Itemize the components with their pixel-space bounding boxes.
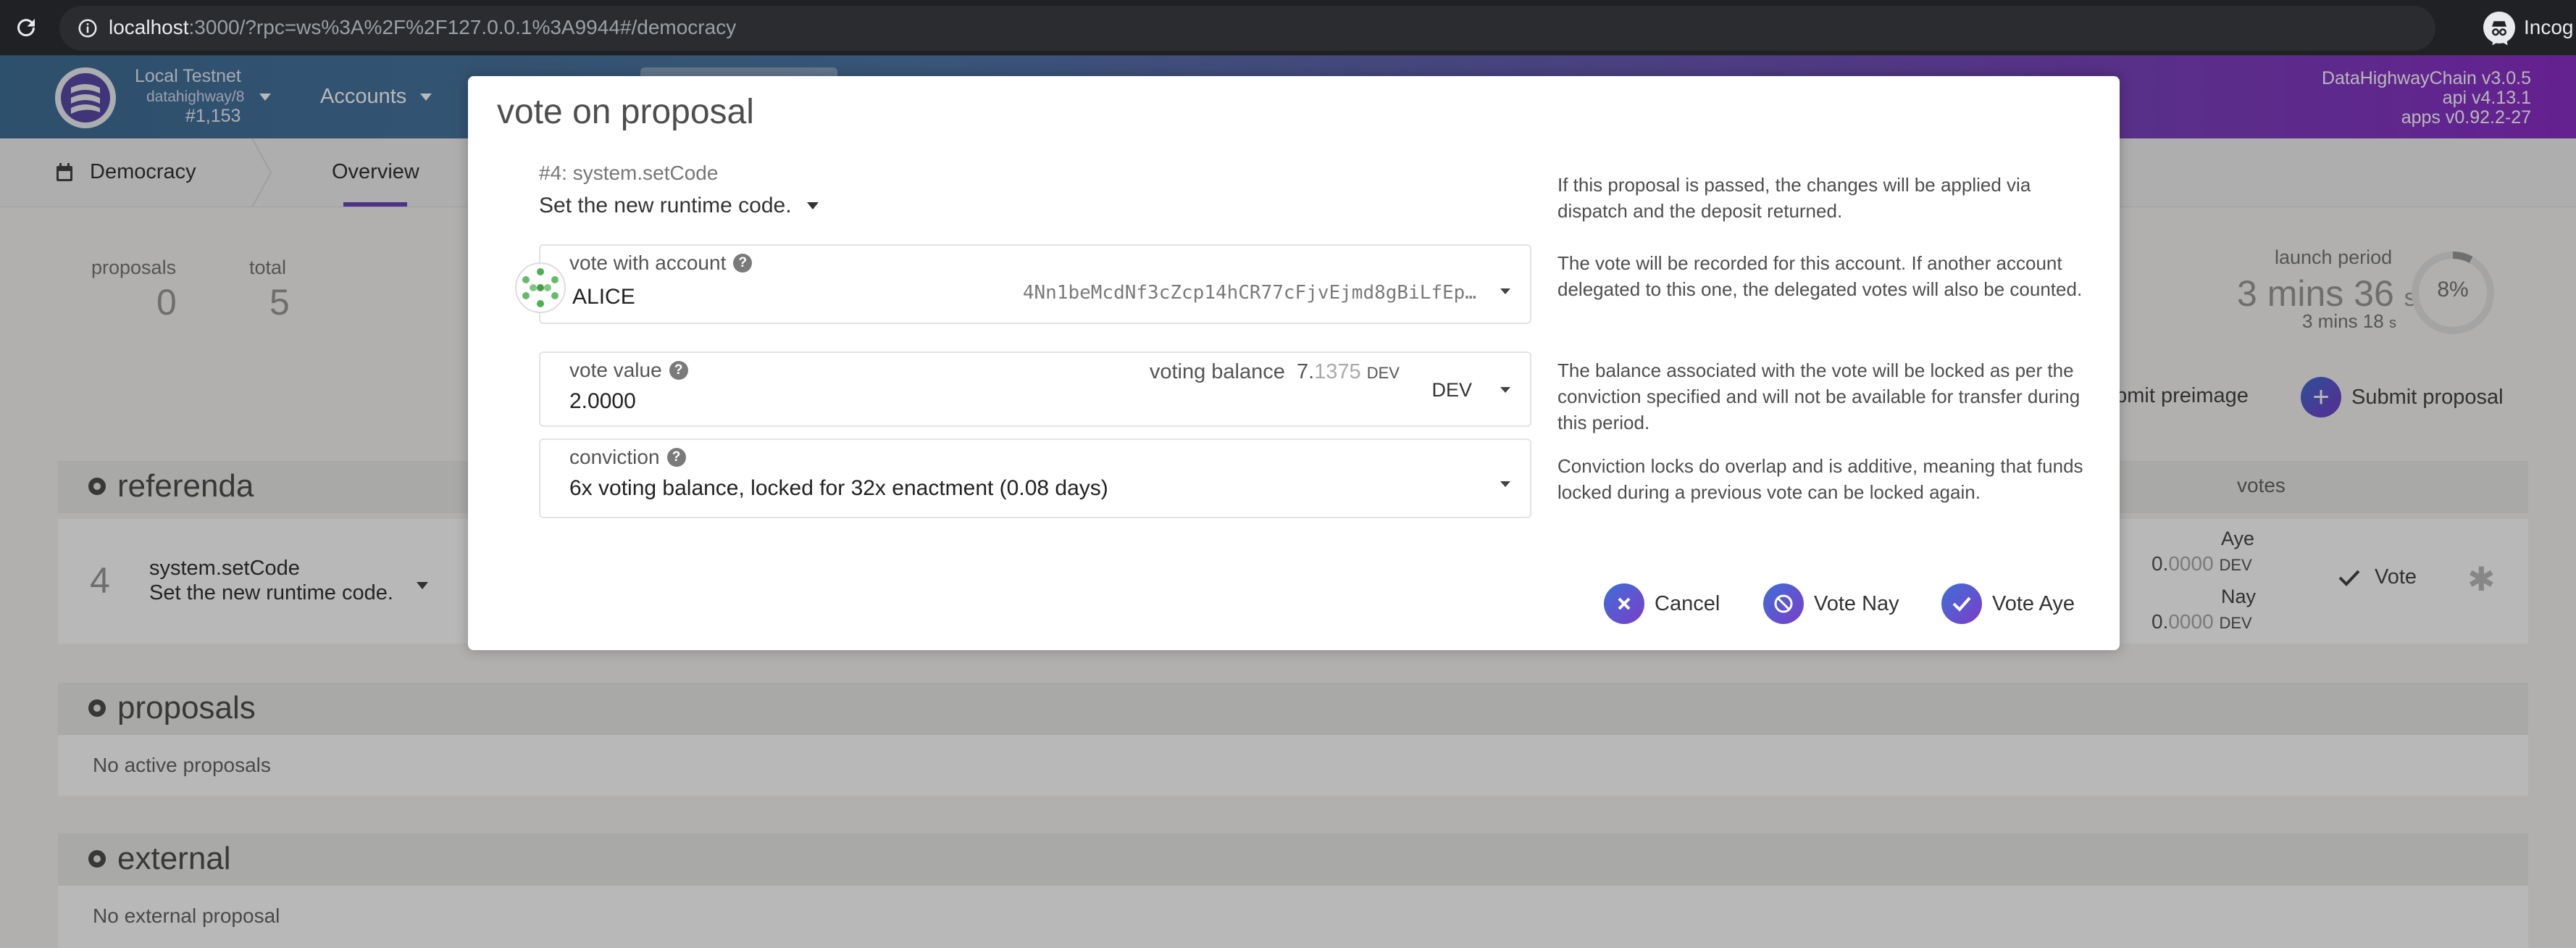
help-account: The vote will be recorded for this accou… [1557, 252, 2083, 300]
chevron-down-icon[interactable] [1500, 386, 1511, 394]
vote-modal: vote on proposal #4: system.setCode Set … [468, 76, 2120, 650]
conviction-label: conviction? [569, 446, 686, 469]
vote-value-label: vote value? [569, 359, 688, 382]
url-host: localhost [109, 16, 189, 38]
proposal-description-toggle[interactable]: Set the new runtime code. [539, 194, 819, 218]
vote-nay-button[interactable]: Vote Nay [1763, 583, 1899, 624]
voting-balance: voting balance 7.1375 DEV [1150, 360, 1400, 384]
proposal-description: Set the new runtime code. [539, 194, 792, 217]
conviction-select[interactable]: conviction? 6x voting balance, locked fo… [539, 438, 1531, 518]
address-bar[interactable]: localhost:3000/?rpc=ws%3A%2F%2F127.0.0.1… [59, 6, 2513, 51]
reload-icon[interactable] [13, 14, 39, 41]
vote-nay-label: Vote Nay [1814, 591, 1899, 615]
conviction-label-text: conviction [569, 446, 660, 468]
vote-aye-label: Vote Aye [1992, 591, 2075, 615]
help-icon[interactable]: ? [669, 361, 688, 380]
vote-aye-button[interactable]: Vote Aye [1941, 583, 2075, 624]
url-path: :3000/?rpc=ws%3A%2F%2F127.0.0.1%3A9944#/… [188, 16, 737, 38]
unit-select[interactable]: DEV [1431, 379, 1472, 402]
account-label-text: vote with account [569, 251, 727, 274]
help-proposal: If this proposal is passed, the changes … [1557, 174, 2031, 222]
vote-value-label-text: vote value [569, 359, 662, 381]
incognito-icon [2483, 12, 2515, 43]
voting-balance-label: voting balance [1149, 360, 1285, 383]
account-select[interactable]: vote with account? ALICE 4Nn1beMcdNf3cZc… [539, 244, 1531, 324]
browser-toolbar: localhost:3000/?rpc=ws%3A%2F%2F127.0.0.1… [0, 0, 2576, 56]
proposal-id: #4: system.setCode [539, 162, 719, 184]
chevron-down-icon [1500, 288, 1510, 294]
modal-title: vote on proposal [497, 93, 754, 131]
account-label: vote with account? [569, 251, 753, 275]
vote-value-field[interactable]: vote value? voting balance 7.1375 DEV 2.… [539, 352, 1531, 427]
check-icon [1941, 583, 1982, 624]
close-icon [1604, 583, 1644, 624]
incognito-label: Incog [2524, 16, 2574, 38]
account-identicon-icon [515, 262, 566, 313]
voting-balance-dec: 1375 [1314, 360, 1361, 383]
account-address: 4Nn1beMcdNf3cZcp14hCR77cFjvEjmd8gBiLfEp… [1022, 282, 1476, 304]
chevron-down-icon [1500, 481, 1510, 487]
account-name: ALICE [572, 285, 635, 309]
ban-icon [1763, 583, 1804, 624]
help-icon[interactable]: ? [733, 254, 753, 273]
voting-balance-int: 7. [1296, 360, 1315, 383]
url-text[interactable]: localhost:3000/?rpc=ws%3A%2F%2F127.0.0.1… [109, 16, 736, 39]
incognito-indicator[interactable]: Incog [2483, 12, 2574, 43]
voting-balance-unit: DEV [1366, 364, 1400, 382]
conviction-value: 6x voting balance, locked for 32x enactm… [569, 476, 1108, 500]
chevron-down-icon [806, 202, 819, 209]
help-conviction: Conviction locks do overlap and is addit… [1557, 455, 2083, 503]
vote-value-input[interactable]: 2.0000 [569, 389, 636, 414]
cancel-button-label: Cancel [1655, 591, 1720, 615]
help-icon[interactable]: ? [666, 448, 686, 467]
info-icon[interactable] [77, 17, 99, 39]
help-vote-value: The balance associated with the vote wil… [1557, 359, 2081, 433]
cancel-button[interactable]: Cancel [1604, 583, 1720, 624]
